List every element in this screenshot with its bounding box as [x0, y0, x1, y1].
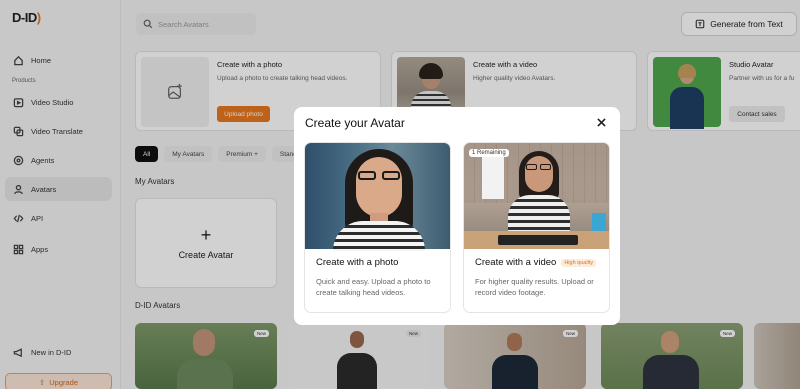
modal-title: Create your Avatar	[305, 116, 405, 130]
video-option-desc: For higher quality results. Upload or re…	[475, 277, 594, 297]
create-with-photo-option[interactable]: Create with a photo Quick and easy. Uplo…	[304, 142, 451, 313]
high-quality-badge: High quality	[561, 258, 597, 267]
photo-option-desc: Quick and easy. Upload a photo to create…	[316, 277, 431, 297]
photo-option-image	[305, 143, 450, 251]
remaining-badge: 1 Remaining	[469, 149, 509, 157]
close-icon	[596, 117, 606, 127]
close-button[interactable]	[594, 115, 608, 129]
video-option-title: Create with a video High quality	[475, 257, 597, 268]
video-option-image: 1 Remaining	[464, 143, 609, 249]
create-avatar-modal: Create your Avatar Create with a photo Q…	[294, 107, 620, 325]
photo-option-title: Create with a photo	[316, 257, 399, 268]
create-with-video-option[interactable]: 1 Remaining Create with a video High qual…	[463, 142, 610, 313]
